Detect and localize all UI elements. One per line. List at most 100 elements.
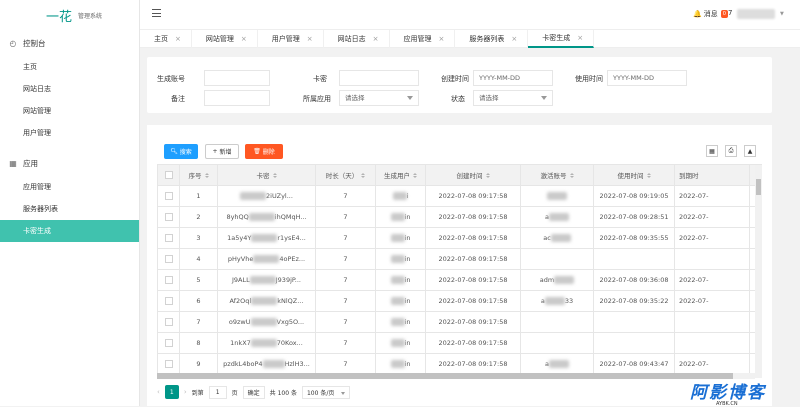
sidebar-group-1[interactable]: ▦ 应用 bbox=[0, 150, 139, 176]
row-checkbox[interactable] bbox=[164, 318, 173, 326]
add-button[interactable]: + 新增 bbox=[205, 144, 239, 159]
column-header[interactable]: 时长（天） bbox=[316, 165, 376, 185]
sidebar-item[interactable]: 主页 bbox=[0, 56, 139, 78]
close-icon[interactable]: × bbox=[577, 34, 583, 42]
column-header[interactable]: 生成用户 bbox=[376, 165, 426, 185]
column-header[interactable]: 卡密 bbox=[218, 165, 316, 185]
page-current[interactable]: 1 bbox=[164, 385, 179, 399]
messages-button[interactable]: 🔔 消息 0 bbox=[693, 9, 728, 19]
column-header[interactable]: 创建时间 bbox=[426, 165, 521, 185]
table-row[interactable]: 1 2iUZyl... 7 i 2022-07-08 09:17:58 2022-07-0… bbox=[158, 186, 762, 207]
next-page-icon[interactable]: › bbox=[184, 388, 187, 396]
logo-name: 一花 bbox=[46, 9, 73, 25]
sidebar-item[interactable]: 网站管理 bbox=[0, 100, 139, 122]
select-all-checkbox[interactable] bbox=[164, 171, 173, 179]
page-size-select[interactable]: 100 条/页 bbox=[301, 385, 350, 399]
goto-page-input[interactable]: 1 bbox=[208, 385, 227, 399]
sort-icon[interactable] bbox=[361, 172, 366, 178]
table-row[interactable]: 5 J9ALL J939jP... 7 in 2022-07-08 09:17:58 adm… bbox=[158, 270, 762, 291]
sort-icon[interactable] bbox=[204, 172, 209, 178]
status-select[interactable]: 请选择 bbox=[473, 90, 553, 106]
created-time: 2022-07-08 09:17:58 bbox=[438, 339, 508, 347]
row-checkbox[interactable] bbox=[164, 192, 173, 200]
remark-input[interactable] bbox=[204, 90, 270, 106]
expire-time: 2022-07- bbox=[679, 360, 709, 368]
menu-toggle-icon[interactable] bbox=[152, 9, 161, 18]
table-row[interactable]: 9 pzdkL4boP4 HzlH3... 7 in 2022-07-08 09:17:5… bbox=[158, 354, 762, 375]
tab[interactable]: 应用管理 × bbox=[390, 30, 456, 48]
column-header[interactable]: 使用时间 bbox=[594, 165, 675, 185]
duration-days: 7 bbox=[343, 276, 348, 284]
sidebar-item[interactable]: 服务器列表 bbox=[0, 198, 139, 220]
sort-icon[interactable] bbox=[646, 172, 651, 178]
app-select[interactable]: 请选择 bbox=[339, 90, 419, 106]
created-time: 2022-07-08 09:17:58 bbox=[438, 360, 508, 368]
close-icon[interactable]: × bbox=[373, 35, 379, 43]
chevron-down-icon[interactable]: ▼ bbox=[780, 11, 784, 17]
plus-icon: + bbox=[212, 148, 220, 155]
tab[interactable]: 用户管理 × bbox=[258, 30, 324, 48]
create-time-input[interactable]: YYYY-MM-DD bbox=[473, 70, 553, 86]
table-row[interactable]: 6 Af2Oql kNlQZ... 7 in 2022-07-08 09:17:58 a 33… bbox=[158, 291, 762, 312]
sidebar-item[interactable]: 网站日志 bbox=[0, 78, 139, 100]
trash-icon: 🗑︎ bbox=[253, 148, 263, 155]
close-icon[interactable]: × bbox=[241, 35, 247, 43]
delete-button[interactable]: 🗑︎ 删除 bbox=[245, 144, 283, 159]
card-key-head: J9ALL bbox=[232, 276, 250, 284]
created-time: 2022-07-08 09:17:58 bbox=[438, 318, 508, 326]
use-time-input[interactable]: YYYY-MM-DD bbox=[607, 70, 687, 86]
duration-days: 7 bbox=[343, 213, 348, 221]
column-header[interactable]: 到期时 bbox=[675, 165, 750, 185]
table-row[interactable]: 4 pHyVhe 4oPEz... 7 in 2022-07-08 09:17:58 bbox=[158, 249, 762, 270]
activated-account-head: ac bbox=[543, 234, 551, 242]
table-row[interactable]: 8 1nkX7 70Kox... 7 in 2022-07-08 09:17:58 bbox=[158, 333, 762, 354]
tab[interactable]: 卡密生成 × bbox=[528, 30, 595, 48]
row-checkbox[interactable] bbox=[164, 213, 173, 221]
sidebar-item[interactable]: 用户管理 bbox=[0, 122, 139, 144]
close-icon[interactable]: × bbox=[307, 35, 313, 43]
tab[interactable]: 网站日志 × bbox=[324, 30, 390, 48]
sort-icon[interactable] bbox=[485, 172, 490, 178]
column-header[interactable]: 激活账号 bbox=[521, 165, 594, 185]
row-number: 5 bbox=[196, 276, 201, 284]
table-row[interactable]: 3 1a5y4Y r1ysE4... 7 in 2022-07-08 09:17:58 ac… bbox=[158, 228, 762, 249]
row-checkbox[interactable] bbox=[164, 255, 173, 263]
row-checkbox[interactable] bbox=[164, 276, 173, 284]
creator-user: i bbox=[406, 192, 409, 200]
tab[interactable]: 网站管理 × bbox=[192, 30, 258, 48]
horizontal-scrollbar[interactable] bbox=[157, 373, 755, 379]
row-checkbox[interactable] bbox=[164, 339, 173, 347]
sidebar-item[interactable]: 卡密生成 bbox=[0, 220, 139, 242]
search-button[interactable]: 🔍︎ 搜索 bbox=[164, 144, 198, 159]
goto-confirm-button[interactable]: 确定 bbox=[242, 385, 265, 399]
vertical-scrollbar[interactable] bbox=[755, 165, 762, 378]
print-icon[interactable]: ⎙ bbox=[725, 145, 737, 157]
sort-icon[interactable] bbox=[272, 172, 277, 178]
sidebar-group-0[interactable]: ◴ 控制台 bbox=[0, 30, 139, 56]
tab[interactable]: 服务器列表 × bbox=[455, 30, 529, 48]
sidebar-item[interactable]: 应用管理 bbox=[0, 176, 139, 198]
close-icon[interactable]: × bbox=[511, 35, 517, 43]
card-key-tail: 70Kox... bbox=[276, 339, 303, 347]
row-checkbox[interactable] bbox=[164, 297, 173, 305]
expire-time: 2022-07- bbox=[679, 192, 709, 200]
user-menu[interactable] bbox=[737, 9, 775, 19]
table-row[interactable]: 2 8yhQQ ihQMqH... 7 in 2022-07-08 09:17:58 a 20… bbox=[158, 207, 762, 228]
row-checkbox[interactable] bbox=[164, 234, 173, 242]
row-checkbox[interactable] bbox=[164, 360, 173, 368]
gen-account-input[interactable] bbox=[204, 70, 270, 86]
search-button-label: 搜索 bbox=[179, 149, 192, 156]
tab[interactable]: 主页 × bbox=[140, 30, 192, 48]
table-row[interactable]: 7 o9zwU Vxg5O... 7 in 2022-07-08 09:17:58 bbox=[158, 312, 762, 333]
column-header[interactable]: 序号 bbox=[180, 165, 218, 185]
creator-user: in bbox=[404, 255, 411, 263]
close-icon[interactable]: × bbox=[175, 35, 181, 43]
export-icon[interactable]: ▲ bbox=[744, 145, 756, 157]
close-icon[interactable]: × bbox=[439, 35, 445, 43]
row-number: 7 bbox=[196, 318, 201, 326]
sort-icon[interactable] bbox=[569, 172, 574, 178]
sort-icon[interactable] bbox=[413, 172, 417, 178]
card-input[interactable] bbox=[339, 70, 419, 86]
columns-filter-icon[interactable]: ▦ bbox=[706, 145, 718, 157]
prev-page-icon[interactable]: ‹ bbox=[157, 388, 160, 396]
